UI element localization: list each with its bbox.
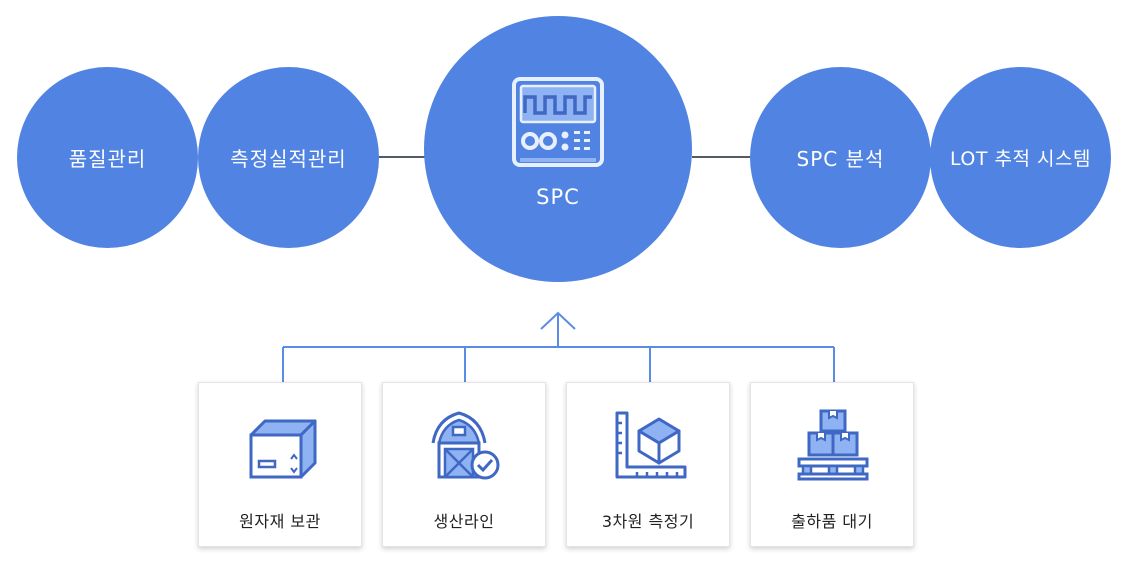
barn-check-icon [431, 411, 500, 480]
node-lot-tracking: LOT 추적 시스템 [930, 67, 1111, 248]
node-measurement-management: 측정실적관리 [198, 67, 379, 248]
link-spc-analysis [692, 156, 750, 158]
node-label: 품질관리 [68, 147, 147, 171]
box-icon [249, 419, 317, 479]
node-quality-management: 품질관리 [17, 67, 198, 248]
node-label: SPC [536, 185, 580, 209]
node-label: LOT 추적 시스템 [950, 148, 1091, 170]
source-label: 출하품 대기 [791, 512, 873, 531]
source-card-raw-material: 원자재 보관 [198, 382, 362, 547]
source-label: 3차원 측정기 [601, 512, 695, 531]
node-spc: SPC [424, 16, 692, 282]
pallet-boxes-icon [797, 409, 869, 481]
oscilloscope-icon [512, 77, 604, 167]
source-card-shipment-waiting: 출하품 대기 [750, 382, 914, 547]
node-spc-analysis: SPC 분석 [750, 67, 931, 248]
source-card-production-line: 생산라인 [382, 382, 546, 547]
source-card-cmm: 3차원 측정기 [566, 382, 730, 547]
node-label: 측정실적관리 [230, 147, 347, 171]
ruler-cube-icon [615, 411, 687, 479]
source-label: 생산라인 [433, 512, 495, 531]
source-label: 원자재 보관 [239, 512, 321, 531]
link-measurement-spc [379, 156, 425, 158]
node-label: SPC 분석 [796, 147, 885, 171]
